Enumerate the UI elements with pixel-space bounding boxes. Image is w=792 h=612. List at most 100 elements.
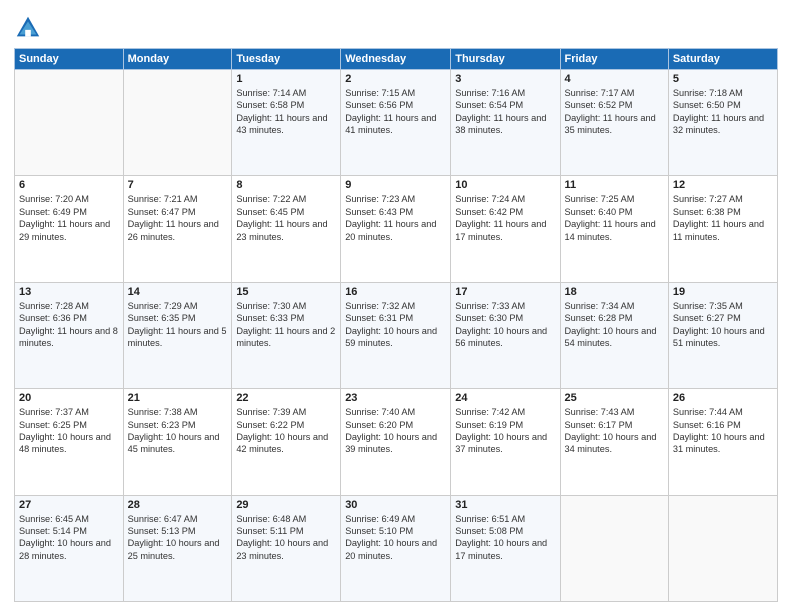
- day-cell: 6 Sunrise: 7:20 AM Sunset: 6:49 PM Daylig…: [15, 176, 124, 282]
- day-detail: Sunrise: 7:30 AM Sunset: 6:33 PM Dayligh…: [236, 300, 336, 350]
- day-detail: Sunrise: 7:28 AM Sunset: 6:36 PM Dayligh…: [19, 300, 119, 350]
- day-detail: Sunrise: 6:51 AM Sunset: 5:08 PM Dayligh…: [455, 513, 555, 563]
- day-number: 18: [565, 286, 664, 298]
- day-number: 10: [455, 179, 555, 191]
- day-cell: 1Sunrise: 7:14 AM Sunset: 6:58 PM Daylig…: [232, 70, 341, 176]
- day-number: 5: [673, 73, 773, 85]
- day-cell: 30 Sunrise: 6:49 AM Sunset: 5:10 PM Dayli…: [341, 495, 451, 601]
- day-number: 7: [128, 179, 228, 191]
- day-detail: Sunrise: 7:21 AM Sunset: 6:47 PM Dayligh…: [128, 193, 228, 243]
- day-detail: Sunrise: 7:43 AM Sunset: 6:17 PM Dayligh…: [565, 406, 664, 456]
- day-number: 8: [236, 179, 336, 191]
- day-cell: 3 Sunrise: 7:16 AM Sunset: 6:54 PM Daylig…: [451, 70, 560, 176]
- day-number: 23: [345, 392, 446, 404]
- day-cell: 12 Sunrise: 7:27 AM Sunset: 6:38 PM Dayli…: [668, 176, 777, 282]
- day-cell: 7 Sunrise: 7:21 AM Sunset: 6:47 PM Daylig…: [123, 176, 232, 282]
- header-cell-monday: Monday: [123, 49, 232, 70]
- day-cell: 11Sunrise: 7:25 AM Sunset: 6:40 PM Dayli…: [560, 176, 668, 282]
- day-number: 13: [19, 286, 119, 298]
- day-number: 2: [345, 73, 446, 85]
- calendar-table: SundayMondayTuesdayWednesdayThursdayFrid…: [14, 48, 778, 602]
- day-cell: 14 Sunrise: 7:29 AM Sunset: 6:35 PM Dayli…: [123, 282, 232, 388]
- day-number: 24: [455, 392, 555, 404]
- day-number: 29: [236, 499, 336, 511]
- day-number: 25: [565, 392, 664, 404]
- day-detail: Sunrise: 7:27 AM Sunset: 6:38 PM Dayligh…: [673, 193, 773, 243]
- day-cell: 4Sunrise: 7:17 AM Sunset: 6:52 PM Daylig…: [560, 70, 668, 176]
- day-number: 16: [345, 286, 446, 298]
- day-number: 22: [236, 392, 336, 404]
- day-detail: Sunrise: 7:14 AM Sunset: 6:58 PM Dayligh…: [236, 87, 336, 137]
- day-cell: 22Sunrise: 7:39 AM Sunset: 6:22 PM Dayli…: [232, 389, 341, 495]
- day-detail: Sunrise: 6:45 AM Sunset: 5:14 PM Dayligh…: [19, 513, 119, 563]
- day-detail: Sunrise: 7:25 AM Sunset: 6:40 PM Dayligh…: [565, 193, 664, 243]
- day-cell: 16 Sunrise: 7:32 AM Sunset: 6:31 PM Dayli…: [341, 282, 451, 388]
- day-cell: 8 Sunrise: 7:22 AM Sunset: 6:45 PM Daylig…: [232, 176, 341, 282]
- week-row-0: 1Sunrise: 7:14 AM Sunset: 6:58 PM Daylig…: [15, 70, 778, 176]
- day-cell: 27Sunrise: 6:45 AM Sunset: 5:14 PM Dayli…: [15, 495, 124, 601]
- header-row: SundayMondayTuesdayWednesdayThursdayFrid…: [15, 49, 778, 70]
- day-number: 6: [19, 179, 119, 191]
- day-cell: 5Sunrise: 7:18 AM Sunset: 6:50 PM Daylig…: [668, 70, 777, 176]
- day-cell: 23Sunrise: 7:40 AM Sunset: 6:20 PM Dayli…: [341, 389, 451, 495]
- day-cell: [668, 495, 777, 601]
- day-cell: 19Sunrise: 7:35 AM Sunset: 6:27 PM Dayli…: [668, 282, 777, 388]
- day-detail: Sunrise: 7:44 AM Sunset: 6:16 PM Dayligh…: [673, 406, 773, 456]
- header-cell-tuesday: Tuesday: [232, 49, 341, 70]
- day-cell: 10 Sunrise: 7:24 AM Sunset: 6:42 PM Dayli…: [451, 176, 560, 282]
- day-number: 30: [345, 499, 446, 511]
- day-detail: Sunrise: 7:24 AM Sunset: 6:42 PM Dayligh…: [455, 193, 555, 243]
- day-cell: 15 Sunrise: 7:30 AM Sunset: 6:33 PM Dayli…: [232, 282, 341, 388]
- day-cell: 28 Sunrise: 6:47 AM Sunset: 5:13 PM Dayli…: [123, 495, 232, 601]
- day-detail: Sunrise: 7:29 AM Sunset: 6:35 PM Dayligh…: [128, 300, 228, 350]
- day-detail: Sunrise: 6:47 AM Sunset: 5:13 PM Dayligh…: [128, 513, 228, 563]
- week-row-4: 27Sunrise: 6:45 AM Sunset: 5:14 PM Dayli…: [15, 495, 778, 601]
- day-detail: Sunrise: 7:22 AM Sunset: 6:45 PM Dayligh…: [236, 193, 336, 243]
- day-number: 26: [673, 392, 773, 404]
- day-cell: [15, 70, 124, 176]
- day-number: 4: [565, 73, 664, 85]
- day-detail: Sunrise: 7:34 AM Sunset: 6:28 PM Dayligh…: [565, 300, 664, 350]
- header-cell-thursday: Thursday: [451, 49, 560, 70]
- day-number: 31: [455, 499, 555, 511]
- day-cell: [560, 495, 668, 601]
- day-number: 3: [455, 73, 555, 85]
- day-number: 21: [128, 392, 228, 404]
- day-detail: Sunrise: 7:23 AM Sunset: 6:43 PM Dayligh…: [345, 193, 446, 243]
- day-cell: 25 Sunrise: 7:43 AM Sunset: 6:17 PM Dayli…: [560, 389, 668, 495]
- header-cell-wednesday: Wednesday: [341, 49, 451, 70]
- day-number: 28: [128, 499, 228, 511]
- day-cell: [123, 70, 232, 176]
- calendar-header: SundayMondayTuesdayWednesdayThursdayFrid…: [15, 49, 778, 70]
- week-row-1: 6 Sunrise: 7:20 AM Sunset: 6:49 PM Daylig…: [15, 176, 778, 282]
- day-number: 20: [19, 392, 119, 404]
- day-cell: 21 Sunrise: 7:38 AM Sunset: 6:23 PM Dayli…: [123, 389, 232, 495]
- day-number: 9: [345, 179, 446, 191]
- day-detail: Sunrise: 6:48 AM Sunset: 5:11 PM Dayligh…: [236, 513, 336, 563]
- day-number: 14: [128, 286, 228, 298]
- header-cell-sunday: Sunday: [15, 49, 124, 70]
- day-detail: Sunrise: 7:32 AM Sunset: 6:31 PM Dayligh…: [345, 300, 446, 350]
- day-cell: 29 Sunrise: 6:48 AM Sunset: 5:11 PM Dayli…: [232, 495, 341, 601]
- day-cell: 17 Sunrise: 7:33 AM Sunset: 6:30 PM Dayli…: [451, 282, 560, 388]
- calendar-body: 1Sunrise: 7:14 AM Sunset: 6:58 PM Daylig…: [15, 70, 778, 602]
- day-number: 12: [673, 179, 773, 191]
- week-row-3: 20 Sunrise: 7:37 AM Sunset: 6:25 PM Dayli…: [15, 389, 778, 495]
- day-detail: Sunrise: 6:49 AM Sunset: 5:10 PM Dayligh…: [345, 513, 446, 563]
- logo-icon: [14, 14, 42, 42]
- week-row-2: 13 Sunrise: 7:28 AM Sunset: 6:36 PM Dayli…: [15, 282, 778, 388]
- day-cell: 9 Sunrise: 7:23 AM Sunset: 6:43 PM Daylig…: [341, 176, 451, 282]
- day-number: 15: [236, 286, 336, 298]
- day-detail: Sunrise: 7:38 AM Sunset: 6:23 PM Dayligh…: [128, 406, 228, 456]
- day-cell: 20 Sunrise: 7:37 AM Sunset: 6:25 PM Dayli…: [15, 389, 124, 495]
- day-detail: Sunrise: 7:15 AM Sunset: 6:56 PM Dayligh…: [345, 87, 446, 137]
- day-detail: Sunrise: 7:35 AM Sunset: 6:27 PM Dayligh…: [673, 300, 773, 350]
- day-detail: Sunrise: 7:33 AM Sunset: 6:30 PM Dayligh…: [455, 300, 555, 350]
- day-cell: 26 Sunrise: 7:44 AM Sunset: 6:16 PM Dayli…: [668, 389, 777, 495]
- day-detail: Sunrise: 7:20 AM Sunset: 6:49 PM Dayligh…: [19, 193, 119, 243]
- day-number: 17: [455, 286, 555, 298]
- day-detail: Sunrise: 7:37 AM Sunset: 6:25 PM Dayligh…: [19, 406, 119, 456]
- day-detail: Sunrise: 7:42 AM Sunset: 6:19 PM Dayligh…: [455, 406, 555, 456]
- header-cell-friday: Friday: [560, 49, 668, 70]
- day-detail: Sunrise: 7:16 AM Sunset: 6:54 PM Dayligh…: [455, 87, 555, 137]
